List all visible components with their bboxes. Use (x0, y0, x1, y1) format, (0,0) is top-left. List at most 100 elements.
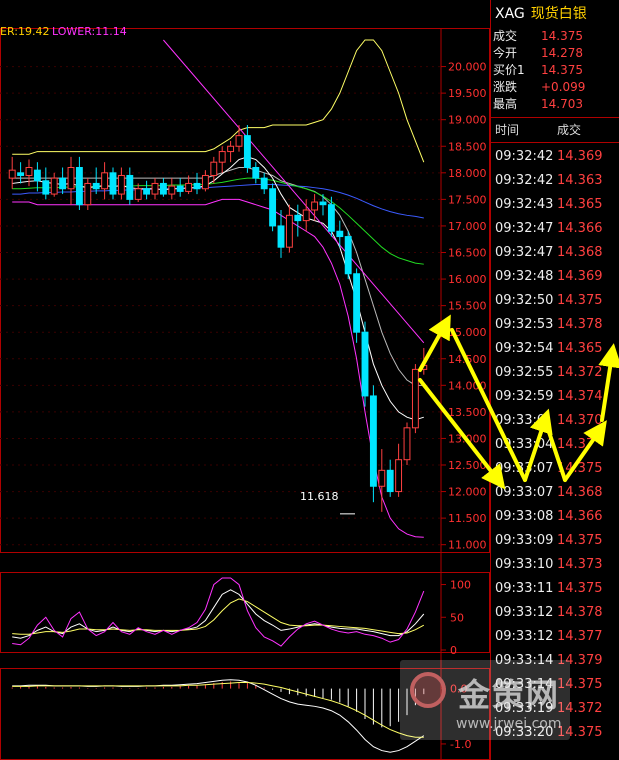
candle (311, 194, 319, 221)
quote-row: 成交 14.375 (491, 28, 619, 45)
indicator-upper: ER:19.42 (0, 25, 49, 38)
candle (17, 162, 25, 184)
price-tick-label: 14.500 (448, 353, 487, 366)
candle-body (243, 135, 251, 168)
candle-body (361, 331, 369, 397)
tick-price: 14.365 (557, 341, 603, 356)
candle-body (369, 395, 377, 487)
tick-price: 14.378 (557, 605, 603, 620)
tick-price: 14.368 (557, 485, 603, 500)
candle-body (386, 469, 394, 493)
quote-value: 14.375 (541, 29, 583, 43)
candle-body (353, 273, 361, 333)
candle-body (319, 201, 327, 206)
candle (294, 204, 302, 237)
candle-body (117, 174, 125, 195)
candle-body (126, 174, 134, 200)
candle-body (151, 182, 159, 195)
tick-row[interactable]: 09:32:53 14.378 (491, 313, 619, 337)
tick-price: 14.369 (557, 149, 603, 164)
candle (344, 231, 352, 280)
tick-row[interactable]: 09:32:48 14.369 (491, 265, 619, 289)
tick-row[interactable]: 09:32:42 14.363 (491, 169, 619, 193)
tick-price: 14.378 (557, 317, 603, 332)
candle-body (420, 364, 428, 370)
candle-body (336, 230, 344, 238)
price-tick-label: 11.000 (448, 539, 487, 552)
tick-row[interactable]: 09:32:47 14.368 (491, 241, 619, 265)
tick-row[interactable]: 09:33:07 14.375 (491, 457, 619, 481)
tick-price: 14.366 (557, 509, 603, 524)
kdj-k-line (12, 589, 425, 639)
tick-row[interactable]: 09:32:50 14.375 (491, 289, 619, 313)
candle-body (269, 188, 277, 227)
candle (361, 321, 369, 407)
candle (117, 167, 125, 200)
candle-body (84, 182, 92, 206)
tick-row[interactable]: 09:32:47 14.366 (491, 217, 619, 241)
tick-row[interactable]: 09:33:12 14.378 (491, 601, 619, 625)
candle-body (227, 145, 235, 153)
candle-body (8, 169, 16, 179)
tick-row[interactable]: 09:33:0 14.370 (491, 409, 619, 433)
candle (395, 443, 403, 497)
tick-row[interactable]: 09:33:04 14.37 (491, 433, 619, 457)
candle (269, 183, 277, 232)
tick-time: 09:33:0 (495, 413, 546, 428)
candle-body (109, 172, 117, 195)
candle-body (395, 459, 403, 493)
symbol-title: XAG 现货白银 (491, 0, 619, 28)
tick-price: 14.37 (557, 437, 595, 452)
tick-time: 09:33:10 (495, 557, 554, 572)
tick-row[interactable]: 09:32:59 14.374 (491, 385, 619, 409)
candle-body (17, 172, 25, 176)
tick-row[interactable]: 09:33:11 14.375 (491, 577, 619, 601)
candle (243, 125, 251, 173)
macd-dea-line (12, 682, 424, 738)
candle (176, 178, 184, 197)
tick-time: 09:33:07 (495, 485, 554, 500)
tick-time: 09:33:08 (495, 509, 554, 524)
candle (369, 385, 377, 503)
tick-price: 14.368 (557, 245, 603, 260)
tick-time: 09:33:11 (495, 581, 554, 596)
candle-body (134, 188, 142, 200)
upper-band-line (12, 39, 425, 163)
tick-row[interactable]: 09:33:07 14.368 (491, 481, 619, 505)
ticks-header-time: 时间 (495, 123, 520, 137)
tick-row[interactable]: 09:33:09 14.375 (491, 529, 619, 553)
tick-row[interactable]: 09:32:42 14.369 (491, 145, 619, 169)
candle-body (201, 174, 209, 190)
tick-row[interactable]: 09:33:10 14.373 (491, 553, 619, 577)
candle-body (344, 236, 352, 275)
price-tick-label: 16.500 (448, 247, 487, 260)
chart-area[interactable]: 100 50 0 0.0 -1.0 20.000 19.500 19.000 18.500 1… (0, 0, 490, 760)
quote-row: 涨跌 +0.099 (491, 79, 619, 96)
candle-body (252, 167, 260, 179)
candle (92, 167, 100, 195)
price-tick-label: 17.500 (448, 193, 487, 206)
kline-chart[interactable]: 100500 0.0-1.0 20.00019.50019.00018.5001… (0, 0, 490, 760)
low-price-label: 11.618 (300, 490, 339, 503)
candle (403, 422, 411, 465)
tick-time: 09:32:53 (495, 317, 554, 332)
candle-body (260, 177, 268, 190)
quote-label: 涨跌 (493, 80, 518, 94)
tick-row[interactable]: 09:33:08 14.366 (491, 505, 619, 529)
quote-label: 最高 (493, 97, 518, 111)
price-tick-label: 14.000 (448, 379, 487, 392)
tick-row[interactable]: 09:33:12 14.377 (491, 625, 619, 649)
tick-list[interactable]: 09:32:42 14.369 09:32:42 14.363 09:32:43 14.3… (491, 143, 619, 745)
quote-sidebar: XAG 现货白银 成交 14.375 今开 14.278 买价1 14.375 涨跌 +0.09… (490, 0, 619, 760)
candle (193, 172, 201, 195)
candle (218, 146, 226, 173)
tick-row[interactable]: 09:32:54 14.365 (491, 337, 619, 361)
indicator-lower: LOWER:11.14 (52, 25, 127, 38)
tick-row[interactable]: 09:32:55 14.372 (491, 361, 619, 385)
price-tick-label: 11.500 (448, 512, 487, 525)
candle-body (101, 172, 109, 190)
tick-row[interactable]: 09:32:43 14.365 (491, 193, 619, 217)
candle-body (378, 469, 386, 487)
tick-time: 09:33:04 (495, 437, 554, 452)
tick-price: 14.375 (557, 293, 603, 308)
